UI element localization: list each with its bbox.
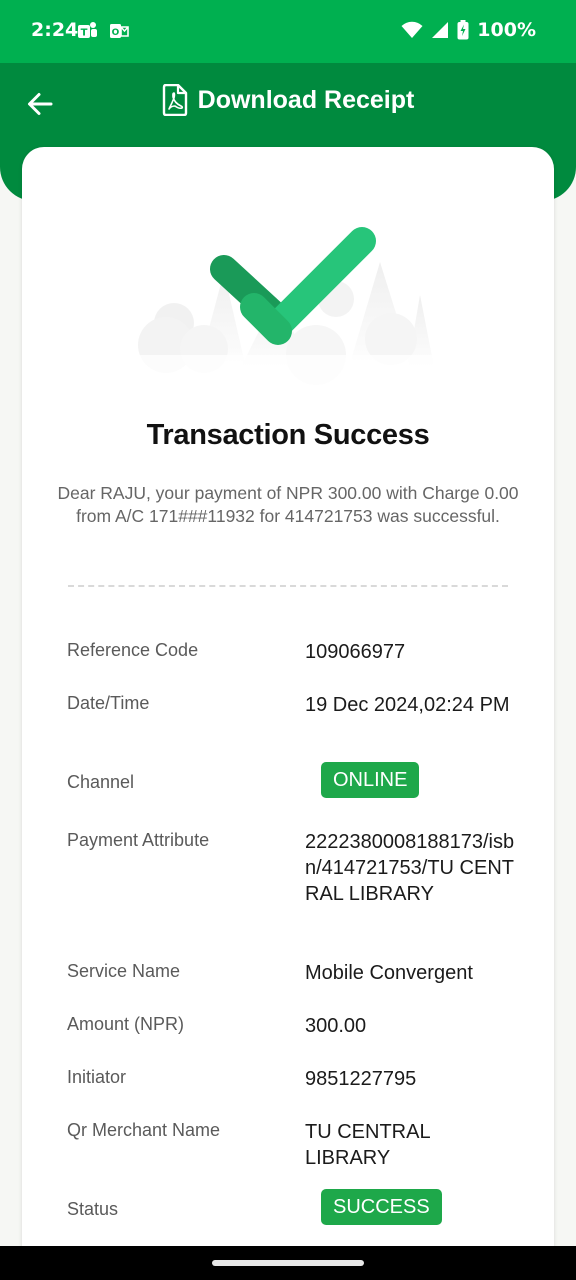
notification-icons: T O — [76, 20, 130, 42]
svg-text:T: T — [81, 28, 88, 39]
detail-value: 300.00 — [305, 1015, 367, 1037]
pdf-file-icon — [162, 84, 187, 116]
detail-label: Amount (NPR) — [67, 1014, 185, 1034]
detail-label: Channel — [67, 772, 135, 792]
success-title: Transaction Success — [146, 419, 430, 451]
page-title: Download Receipt — [197, 85, 415, 114]
detail-label: Initiator — [67, 1067, 127, 1087]
download-receipt-button[interactable]: Download Receipt — [0, 84, 576, 116]
receipt-card: Transaction Success Dear RAJU, your paym… — [22, 147, 554, 1267]
detail-value: TU CENTRAL LIBRARY — [305, 1121, 430, 1169]
success-check-illustration — [136, 227, 440, 387]
status-time: 2:24 — [31, 19, 79, 41]
detail-label: Payment Attribute — [67, 830, 210, 850]
detail-label: Date/Time — [67, 693, 150, 713]
detail-value: 2222380008188173/isbn/414721753/TU CENTR… — [305, 831, 515, 905]
detail-value: Mobile Convergent — [305, 962, 473, 984]
battery-charging-icon — [457, 20, 469, 40]
detail-label: Service Name — [67, 961, 181, 981]
teams-icon: T — [78, 22, 97, 39]
battery-percentage: 100% — [477, 19, 536, 41]
detail-value: 9851227795 — [305, 1068, 417, 1090]
home-indicator[interactable] — [212, 1260, 364, 1266]
status-bar: 2:24 T O 100% — [0, 0, 576, 63]
detail-label: Qr Merchant Name — [67, 1120, 221, 1140]
detail-label: Status — [67, 1199, 119, 1219]
cell-signal-icon — [432, 22, 449, 38]
wifi-icon — [401, 21, 423, 38]
outlook-icon: O — [110, 24, 129, 38]
detail-value: 109066977 — [305, 641, 406, 663]
channel-badge: ONLINE — [321, 762, 420, 798]
svg-text:O: O — [112, 28, 120, 38]
detail-label: Reference Code — [67, 640, 199, 660]
detail-value: 19 Dec 2024,02:24 PM — [305, 694, 510, 716]
success-message: Dear RAJU, your payment of NPR 300.00 wi… — [57, 483, 519, 526]
dashed-divider — [68, 585, 508, 587]
status-badge: SUCCESS — [321, 1189, 442, 1225]
status-right: 100% — [401, 19, 536, 41]
